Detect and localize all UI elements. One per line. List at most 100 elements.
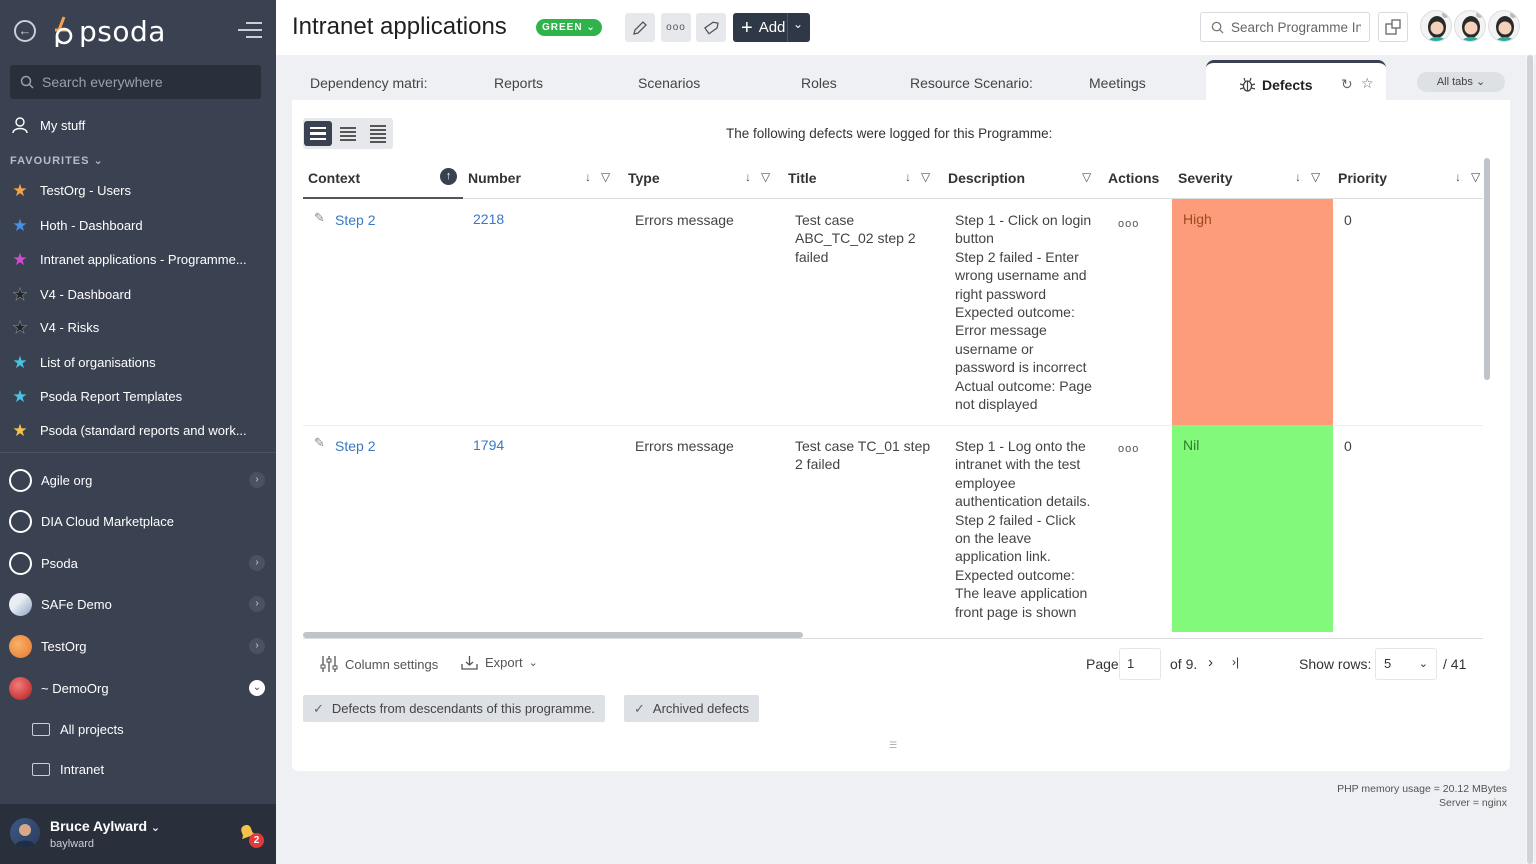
user-panel[interactable]: Bruce Aylward ⌄ baylward [0, 804, 276, 864]
check-icon: ✓ [634, 700, 645, 716]
back-icon[interactable]: ← [14, 20, 36, 42]
resize-handle-icon[interactable]: ☰ [889, 740, 897, 751]
org-item-dia-cloud[interactable]: DIA Cloud Marketplace [9, 507, 267, 535]
defect-description: Step 1 - Click on login button Step 2 fa… [955, 212, 1092, 413]
tab-meetings[interactable]: Meetings [1089, 75, 1146, 91]
view-compact-button[interactable] [334, 121, 362, 146]
tab-dependency-matrix[interactable]: Dependency matri: [310, 75, 428, 91]
chevron-down-icon[interactable]: ⌄ [249, 680, 265, 696]
global-search[interactable] [10, 65, 261, 99]
org-item-safe-demo[interactable]: SAFe Demo › [9, 590, 267, 618]
compass-icon [9, 468, 32, 492]
more-options-button[interactable]: ooo [661, 13, 691, 42]
defect-priority: 0 [1344, 438, 1352, 454]
favourite-item[interactable]: ★ Intranet applications - Programme... [10, 248, 266, 270]
favourite-item[interactable]: ★ List of organisations [10, 351, 266, 373]
export-dropdown[interactable]: Export ⌄ [461, 655, 538, 670]
org-item-agile-org[interactable]: Agile org › [9, 466, 267, 494]
favourite-item[interactable]: ★ Psoda (standard reports and work... [10, 419, 266, 441]
context-link[interactable]: Step 2 [335, 437, 375, 455]
favourite-item[interactable]: ★ Psoda Report Templates [10, 385, 266, 407]
favourite-item[interactable]: ★ Hoth - Dashboard [10, 214, 266, 236]
global-search-input[interactable] [42, 74, 252, 90]
switch-view-button[interactable] [1378, 12, 1408, 42]
all-tabs-dropdown[interactable]: All tabs ⌄ [1417, 72, 1505, 92]
defect-number-link[interactable]: 1794 [473, 436, 504, 454]
filter-descendants-toggle[interactable]: ✓ Defects from descendants of this progra… [303, 695, 605, 722]
table-vertical-scrollbar[interactable] [1484, 158, 1490, 380]
team-member-avatar[interactable] [1488, 10, 1520, 42]
next-page-icon[interactable]: › [1208, 654, 1213, 671]
server-info: PHP memory usage = 20.12 MBytes Server =… [1337, 783, 1507, 809]
psoda-logo[interactable]: psoda [50, 13, 166, 49]
tab-roles[interactable]: Roles [801, 75, 837, 91]
row-actions-ellipsis-icon[interactable]: ooo [1118, 443, 1139, 455]
tab-scenarios[interactable]: Scenarios [638, 75, 700, 91]
page-vertical-scrollbar[interactable] [1526, 55, 1534, 864]
sort-ascending-icon[interactable]: ↑ [440, 168, 457, 185]
collapse-sidebar-icon[interactable] [238, 22, 262, 40]
status-badge[interactable]: GREEN ⌄ [536, 19, 602, 36]
sort-filter-icons[interactable]: ↓ ▽ [745, 170, 770, 184]
pencil-icon[interactable]: ✎ [314, 210, 325, 226]
column-header-type[interactable]: Type [628, 170, 660, 186]
star-outline-icon[interactable]: ☆ [1361, 75, 1374, 92]
programme-search-input[interactable] [1231, 19, 1361, 35]
view-dense-button[interactable] [364, 121, 392, 146]
tab-resource-scenarios[interactable]: Resource Scenario: [910, 75, 1033, 91]
sub-item-all-projects[interactable]: All projects [32, 719, 124, 739]
team-member-avatar[interactable] [1454, 10, 1486, 42]
row-actions-ellipsis-icon[interactable]: ooo [1118, 218, 1139, 230]
edit-button[interactable] [625, 13, 655, 42]
refresh-icon[interactable]: ↻ [1341, 76, 1353, 93]
tab-defects[interactable]: Defects ↻ ☆ [1206, 60, 1386, 102]
filter-icon[interactable]: ▽ [1082, 170, 1091, 184]
column-settings-button[interactable]: Column settings [320, 655, 438, 673]
tag-button[interactable] [696, 13, 726, 42]
notification-count-badge[interactable]: 2 [249, 833, 264, 848]
favourite-item[interactable]: ★ TestOrg - Users [10, 179, 266, 201]
favourite-item[interactable]: ★ V4 - Risks [10, 316, 266, 338]
team-member-avatar[interactable] [1420, 10, 1452, 42]
org-item-psoda[interactable]: Psoda › [9, 549, 267, 577]
column-header-severity[interactable]: Severity [1178, 170, 1232, 186]
rows-per-page-select[interactable]: 5 ⌄ [1375, 648, 1437, 680]
chevron-right-icon[interactable]: › [249, 472, 265, 488]
org-item-demoorg[interactable]: ~ DemoOrg ⌄ [9, 674, 267, 702]
star-icon: ★ [12, 420, 28, 440]
column-header-priority[interactable]: Priority [1338, 170, 1387, 186]
column-header-title[interactable]: Title [788, 170, 817, 186]
column-header-context[interactable]: Context [308, 170, 360, 186]
column-header-description[interactable]: Description [948, 170, 1025, 186]
sort-filter-icons[interactable]: ↓ ▽ [905, 170, 930, 184]
org-item-testorg[interactable]: TestOrg › [9, 632, 267, 660]
chevron-right-icon[interactable]: › [249, 596, 265, 612]
briefcase-icon [32, 722, 50, 736]
chevron-right-icon[interactable]: › [249, 555, 265, 571]
sort-filter-icons[interactable]: ↓ ▽ [1455, 170, 1480, 184]
sub-item-intranet[interactable]: Intranet [32, 759, 104, 779]
defect-number-link[interactable]: 2218 [473, 210, 504, 228]
sort-filter-icons[interactable]: ↓ ▽ [1295, 170, 1320, 184]
severity-cell-nil [1172, 425, 1333, 632]
sort-filter-icons[interactable]: ↓ ▽ [585, 170, 610, 184]
filter-icon: ▽ [601, 170, 611, 184]
external-link-icon [1385, 19, 1401, 35]
last-page-icon[interactable]: ›| [1232, 655, 1239, 669]
view-comfortable-button[interactable] [304, 121, 332, 146]
programme-search[interactable] [1200, 12, 1370, 42]
sidebar-top: ← psoda [0, 0, 276, 62]
context-link[interactable]: Step 2 [335, 211, 375, 229]
compass-icon [9, 509, 32, 533]
chevron-right-icon[interactable]: › [249, 638, 265, 654]
tab-reports[interactable]: Reports [494, 75, 543, 91]
sidebar-item-my-stuff[interactable]: My stuff [10, 114, 266, 136]
favourites-header[interactable]: FAVOURITES ⌄ [10, 154, 104, 167]
add-button[interactable]: + Add ⌄ [733, 13, 810, 42]
column-header-number[interactable]: Number [468, 170, 521, 186]
sort-down-icon: ↓ [745, 170, 751, 184]
pencil-icon[interactable]: ✎ [314, 435, 325, 451]
filter-archived-toggle[interactable]: ✓ Archived defects [624, 695, 760, 722]
favourite-item[interactable]: ★ V4 - Dashboard [10, 283, 266, 305]
page-number-input[interactable]: 1 [1119, 648, 1161, 680]
